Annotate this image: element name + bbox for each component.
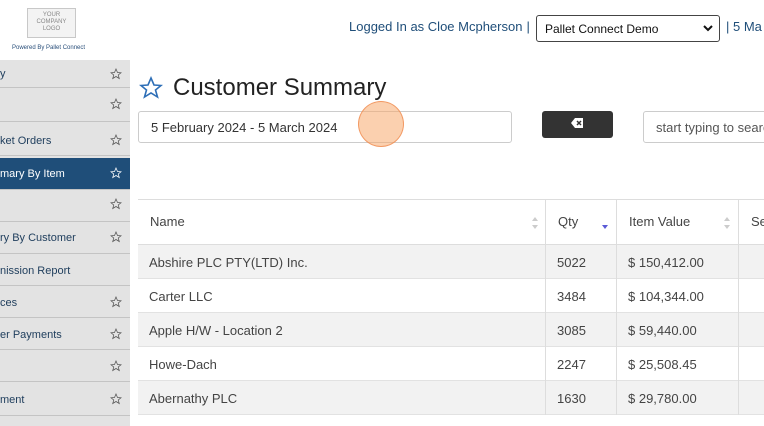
column-header-qty[interactable]: Qty bbox=[546, 200, 617, 245]
header-separator: | bbox=[526, 19, 530, 34]
logged-in-text: Logged In as Cloe Mcpherson | bbox=[349, 19, 530, 34]
company-select-value: Pallet Connect Demo bbox=[545, 22, 659, 36]
table-row[interactable]: Abshire PLC PTY(LTD) Inc. 5022 $ 150,412… bbox=[138, 245, 764, 279]
sidebar-item[interactable] bbox=[0, 90, 130, 122]
star-icon[interactable] bbox=[110, 68, 122, 80]
cell-qty: 3484 bbox=[546, 279, 617, 313]
table-row[interactable]: Carter LLC 3484 $ 104,344.00 bbox=[138, 279, 764, 313]
column-header-item-value[interactable]: Item Value bbox=[617, 200, 739, 245]
eraser-icon bbox=[571, 118, 583, 128]
cell-item-value: $ 29,780.00 bbox=[617, 381, 739, 415]
logo-line: LOGO bbox=[42, 26, 61, 32]
sidebar-item-label: ces bbox=[0, 297, 18, 309]
sort-icon bbox=[532, 217, 538, 229]
sidebar-item-label: y bbox=[0, 68, 6, 80]
chevron-down-icon bbox=[703, 25, 713, 32]
click-indicator bbox=[358, 101, 404, 147]
cell-item-value: $ 25,508.45 bbox=[617, 347, 739, 381]
sidebar-item[interactable] bbox=[0, 190, 130, 222]
search-input[interactable]: start typing to search bbox=[643, 111, 764, 143]
column-header-label: Item Value bbox=[629, 214, 691, 229]
star-icon[interactable] bbox=[110, 134, 122, 146]
cell-name: Abernathy PLC bbox=[138, 381, 546, 415]
logo-line: YOUR bbox=[42, 12, 61, 18]
table-header: Name Qty Item Value Se bbox=[138, 200, 764, 245]
sort-icon bbox=[724, 217, 730, 229]
header-date: | 5 Ma bbox=[726, 19, 762, 34]
column-header-partial[interactable]: Se bbox=[739, 200, 764, 245]
table-row[interactable]: Howe-Dach 2247 $ 25,508.45 bbox=[138, 347, 764, 381]
sidebar-item[interactable]: y bbox=[0, 60, 130, 88]
cell-qty: 5022 bbox=[546, 245, 617, 279]
star-icon[interactable] bbox=[110, 167, 122, 179]
column-header-label: Se bbox=[751, 214, 764, 229]
cell-name: Carter LLC bbox=[138, 279, 546, 313]
sidebar: y ket Orders mary By Item ry By Customer… bbox=[0, 60, 130, 426]
sidebar-item-summary-by-item[interactable]: mary By Item bbox=[0, 158, 130, 190]
column-header-name[interactable]: Name bbox=[138, 200, 546, 245]
page-title: Customer Summary bbox=[173, 74, 387, 101]
star-icon[interactable] bbox=[110, 98, 122, 110]
sidebar-item-statement[interactable]: ment bbox=[0, 382, 130, 416]
sort-descending-icon bbox=[602, 225, 608, 229]
cell-name: Apple H/W - Location 2 bbox=[138, 313, 546, 347]
powered-by-text: Powered By Pallet Connect bbox=[12, 45, 86, 51]
sidebar-item-basket-orders[interactable]: ket Orders bbox=[0, 124, 130, 156]
cell-name: Abshire PLC PTY(LTD) Inc. bbox=[138, 245, 546, 279]
star-icon[interactable] bbox=[110, 231, 122, 243]
sidebar-item-label: ket Orders bbox=[0, 135, 52, 147]
sidebar-item-invoices[interactable]: ces bbox=[0, 286, 130, 318]
star-icon[interactable] bbox=[110, 360, 122, 372]
cell-qty: 2247 bbox=[546, 347, 617, 381]
sidebar-item-label: ry By Customer bbox=[0, 232, 76, 244]
sidebar-item[interactable] bbox=[0, 350, 130, 382]
sidebar-item-label: nission Report bbox=[0, 265, 71, 277]
star-icon[interactable] bbox=[110, 328, 122, 340]
table-row[interactable]: Apple H/W - Location 2 3085 $ 59,440.00 bbox=[138, 313, 764, 347]
star-icon[interactable] bbox=[110, 296, 122, 308]
table-row[interactable]: Abernathy PLC 1630 $ 29,780.00 bbox=[138, 381, 764, 415]
sidebar-item-summary-by-customer[interactable]: ry By Customer bbox=[0, 222, 130, 254]
cell-qty: 1630 bbox=[546, 381, 617, 415]
sidebar-item-label: er Payments bbox=[0, 329, 62, 341]
favourite-star-icon[interactable] bbox=[139, 76, 163, 100]
star-icon[interactable] bbox=[110, 198, 122, 210]
sidebar-item-customer-payments[interactable]: er Payments bbox=[0, 318, 130, 350]
cell-item-value: $ 150,412.00 bbox=[617, 245, 739, 279]
company-select[interactable]: Pallet Connect Demo bbox=[536, 15, 720, 42]
date-range-input[interactable]: 5 February 2024 - 5 March 2024 bbox=[138, 111, 512, 143]
customer-summary-table: Name Qty Item Value Se Abshire PLC PTY(L… bbox=[138, 199, 764, 415]
column-header-label: Qty bbox=[558, 214, 579, 229]
sidebar-item-label: ment bbox=[0, 394, 25, 406]
cell-item-value: $ 59,440.00 bbox=[617, 313, 739, 347]
star-icon[interactable] bbox=[110, 393, 122, 405]
sidebar-item-commission-report[interactable]: nission Report bbox=[0, 254, 130, 286]
sidebar-item-label: mary By Item bbox=[0, 168, 65, 180]
clear-button[interactable] bbox=[542, 111, 613, 138]
logged-in-user: Logged In as Cloe Mcpherson bbox=[349, 19, 523, 34]
logo-line: COMPANY bbox=[36, 19, 67, 25]
cell-item-value: $ 104,344.00 bbox=[617, 279, 739, 313]
column-header-label: Name bbox=[150, 214, 185, 229]
company-logo[interactable]: YOUR COMPANY LOGO bbox=[27, 8, 76, 38]
cell-qty: 3085 bbox=[546, 313, 617, 347]
cell-name: Howe-Dach bbox=[138, 347, 546, 381]
